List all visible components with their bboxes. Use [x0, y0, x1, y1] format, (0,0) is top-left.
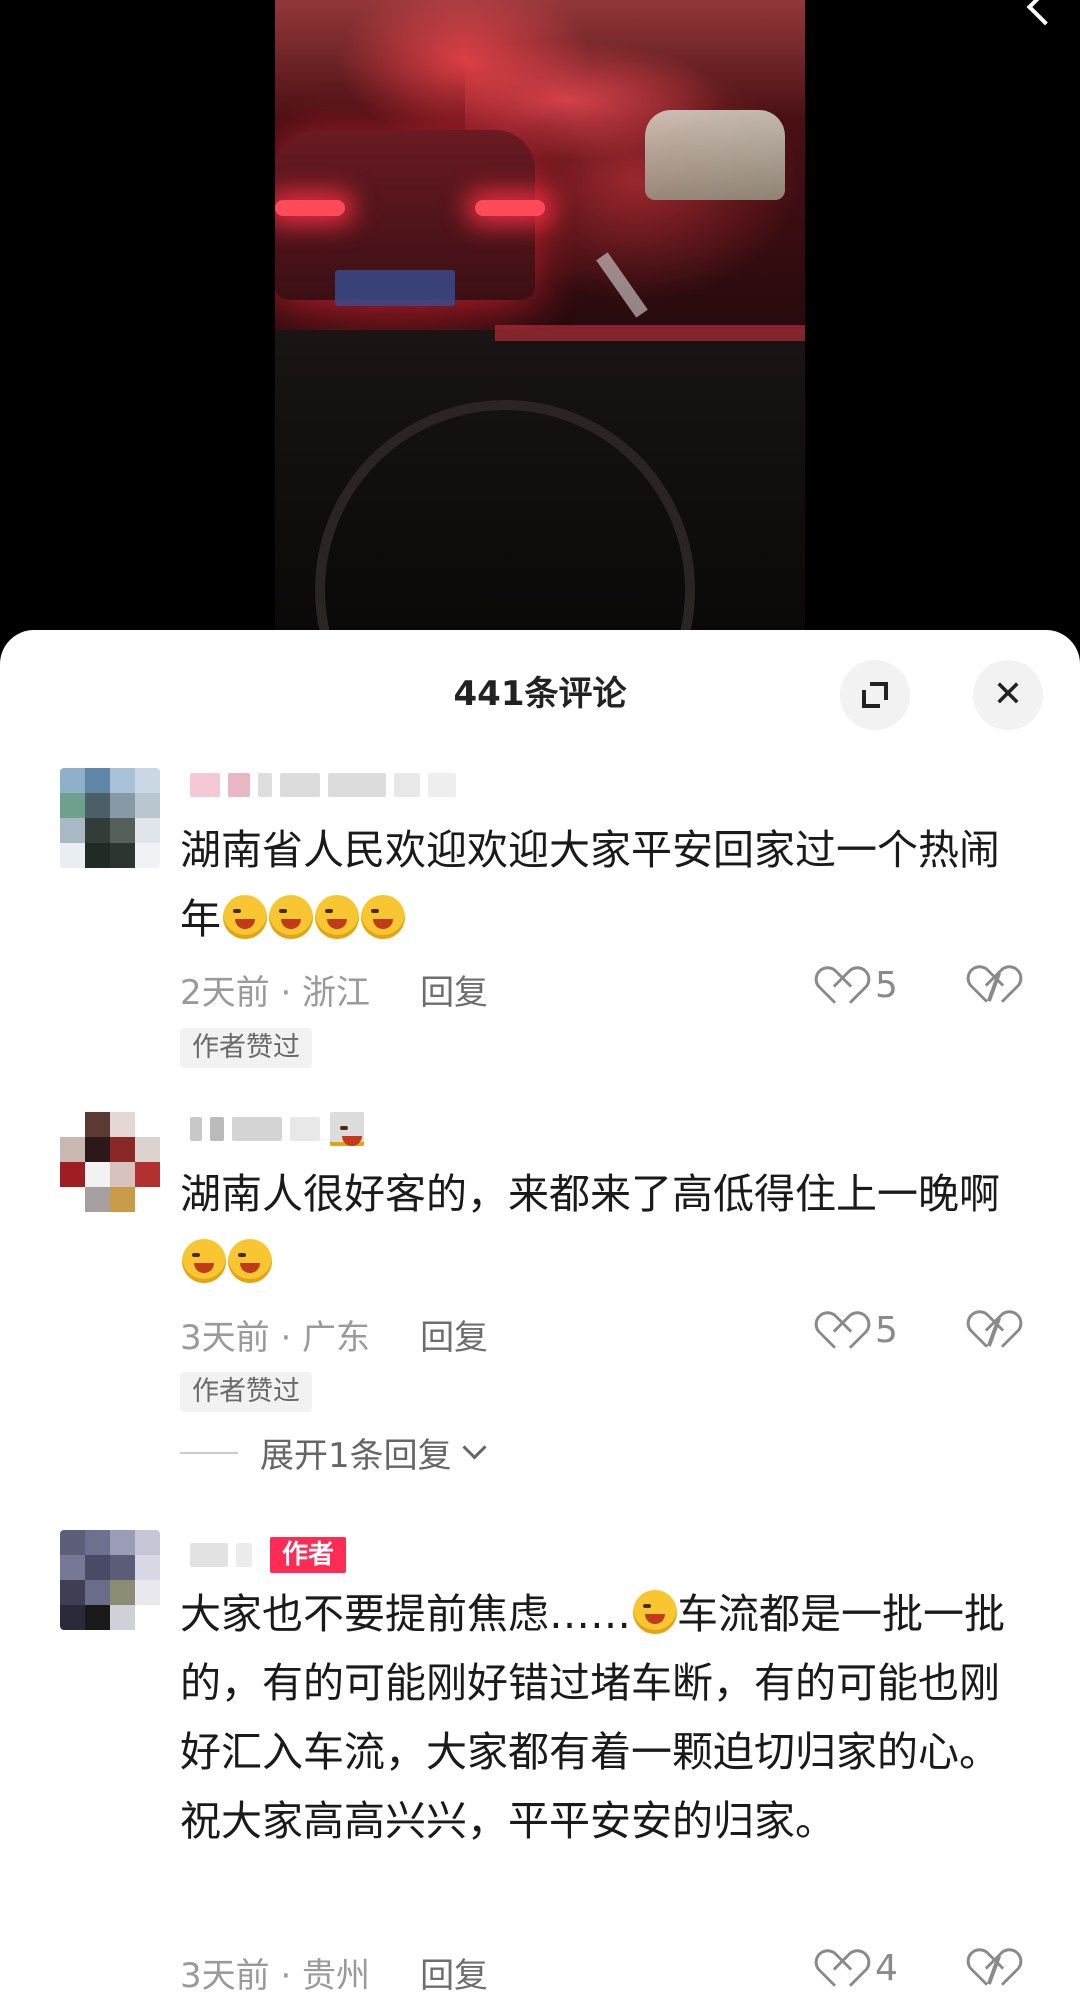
comment-time-location: 3天前 · 贵州: [180, 1956, 371, 1996]
like-button[interactable]: 4: [825, 1948, 898, 1989]
comment-time-location: 3天前 · 广东: [180, 1318, 371, 1358]
author-tag: 作者: [270, 1537, 347, 1573]
author-liked-badge: 作者赞过: [180, 1028, 312, 1068]
comment-meta: 3天前 · 贵州 回复: [180, 1948, 488, 1997]
expand-replies-button[interactable]: 展开1条回复: [180, 1428, 487, 1477]
reply-button[interactable]: 回复: [420, 965, 488, 1014]
kiss-emoji-icon: [330, 1112, 364, 1146]
heart-icon: [825, 1952, 863, 1986]
dislike-icon[interactable]: [975, 1313, 1017, 1353]
video-player[interactable]: [0, 0, 1080, 640]
back-arrow-icon[interactable]: [1026, 0, 1064, 26]
dislike-icon[interactable]: [975, 1951, 1017, 1991]
username-blurred[interactable]: 作者: [190, 1537, 347, 1573]
heart-icon: [825, 969, 863, 1003]
close-icon: ✕: [992, 674, 1024, 715]
laughing-emoji-icon: [361, 895, 405, 939]
dashboard-reflection: [495, 325, 805, 341]
username-blurred[interactable]: [190, 1112, 364, 1146]
comment-text: 湖南人很好客的，来都来了高低得住上一晚啊: [180, 1160, 1020, 1298]
comment-text: 大家也不要提前焦虑…… 车流都是一批一批的，有的可能刚好错过堵车断，有的可能也刚好…: [180, 1590, 1005, 1845]
comment-sheet: 441条评论 ✕ 湖南省人民欢迎欢迎大家平安回家过一个热闹年 2天前 · 浙江 …: [0, 630, 1080, 2010]
username-blurred[interactable]: [190, 768, 456, 802]
comment-sheet-header: 441条评论 ✕: [0, 630, 1080, 770]
like-count: 5: [875, 1310, 898, 1351]
close-button[interactable]: ✕: [973, 660, 1043, 730]
comment-meta: 3天前 · 广东 回复: [180, 1310, 488, 1359]
crying-laughing-emoji-icon: [182, 1239, 226, 1283]
crying-laughing-emoji-icon: [228, 1239, 272, 1283]
reply-button[interactable]: 回复: [420, 1948, 488, 1997]
brake-light-right: [475, 200, 545, 216]
fullscreen-icon: [860, 680, 890, 710]
comment-time-location: 2天前 · 浙江: [180, 973, 371, 1013]
heart-icon: [825, 1314, 863, 1348]
comment-count: 441条评论: [453, 674, 627, 714]
chevron-down-icon: [462, 1435, 487, 1460]
like-button[interactable]: 5: [825, 965, 898, 1006]
license-plate-blurred: [335, 270, 455, 306]
author-liked-badge: 作者赞过: [180, 1372, 312, 1412]
white-car: [645, 110, 785, 200]
dislike-icon[interactable]: [975, 968, 1017, 1008]
expand-replies-label: 展开1条回复: [260, 1436, 452, 1476]
brake-light-left: [275, 200, 345, 216]
avatar[interactable]: [60, 1530, 160, 1630]
laughing-emoji-icon: [223, 895, 267, 939]
comment-meta: 2天前 · 浙江 回复: [180, 965, 488, 1014]
avatar[interactable]: [60, 1112, 160, 1212]
like-button[interactable]: 5: [825, 1310, 898, 1351]
divider: [180, 1451, 238, 1454]
comment-text: 湖南省人民欢迎欢迎大家平安回家过一个热闹年: [180, 826, 1000, 943]
video-frame[interactable]: [275, 0, 805, 640]
reply-button[interactable]: 回复: [420, 1310, 488, 1359]
road-marking: [596, 252, 648, 318]
laughing-emoji-icon: [269, 895, 313, 939]
like-count: 4: [875, 1948, 898, 1989]
laughing-emoji-icon: [315, 895, 359, 939]
avatar[interactable]: [60, 768, 160, 868]
expand-button[interactable]: [840, 660, 910, 730]
like-count: 5: [875, 965, 898, 1006]
crying-laughing-emoji-icon: [633, 1590, 677, 1634]
